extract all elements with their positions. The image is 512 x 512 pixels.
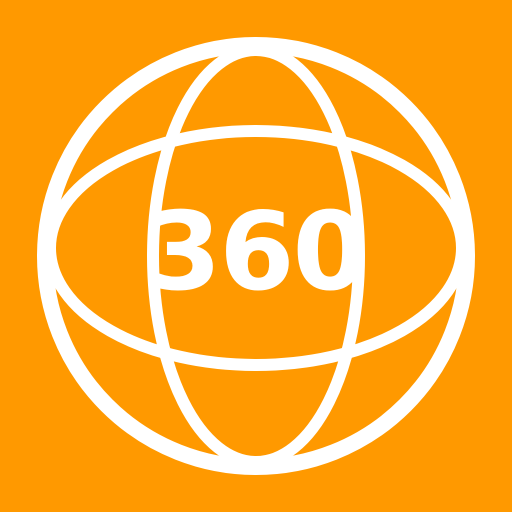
app-icon: 360: [0, 0, 512, 512]
icon-label-360: 360: [146, 190, 367, 315]
